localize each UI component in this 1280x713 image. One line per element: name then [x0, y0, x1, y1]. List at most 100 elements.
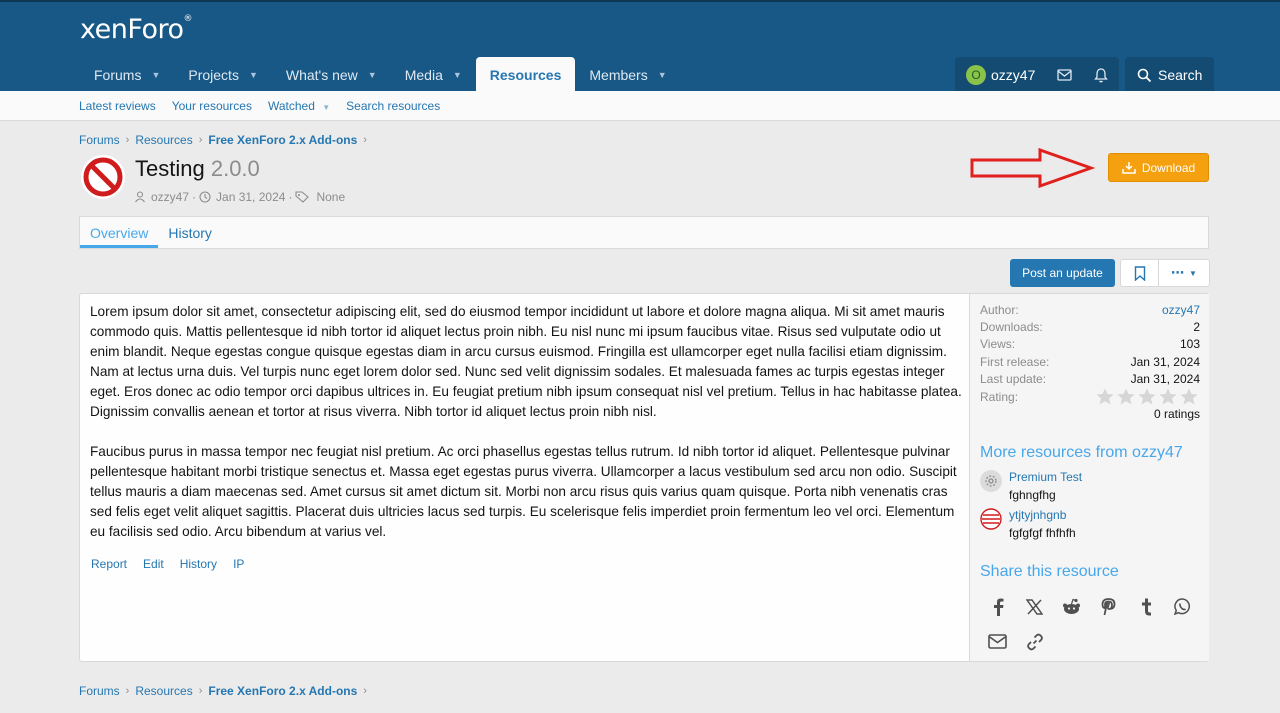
facebook-icon[interactable] [988, 597, 1007, 616]
resource-sidebar: Author: ozzy47 Downloads: 2 Views: 103 Firs… [969, 294, 1209, 661]
tumblr-icon[interactable] [1136, 597, 1155, 616]
resource-tags: None [316, 190, 346, 204]
link-icon[interactable] [1025, 632, 1044, 651]
arrow-annotation-icon [970, 148, 1095, 188]
list-item: ytjtyjnhgnb fgfgfgf fhfhfh [980, 508, 1200, 544]
ellipsis-icon: ⋯ [1171, 265, 1185, 280]
edit-link[interactable]: Edit [143, 557, 164, 571]
email-icon[interactable] [988, 632, 1007, 651]
no-entry-icon [81, 155, 125, 199]
main-nav: Forums ▼ Projects ▼ What's new ▼ Media ▼ Res… [80, 57, 681, 93]
info-views: Views: 103 [980, 337, 1200, 351]
resource-meta: ozzy47 · Jan 31, 2024 · None [134, 190, 345, 204]
chevron-right-icon: › [125, 134, 130, 146]
download-icon [1122, 162, 1136, 174]
resource-version: 2.0.0 [210, 156, 260, 181]
bell-icon [1094, 67, 1109, 82]
site-header: xenForo® Forums ▼ Projects ▼ What's new ▼ M… [0, 0, 1280, 93]
nav-tab-forums[interactable]: Forums ▼ [80, 57, 174, 93]
resource-action-group: ⋯ ▼ [1120, 259, 1210, 287]
star-icon [1138, 388, 1156, 405]
post-update-button[interactable]: Post an update [1010, 259, 1115, 287]
envelope-icon [1057, 69, 1073, 81]
nav-tab-resources[interactable]: Resources [475, 57, 576, 93]
page-title: Testing 2.0.0 [135, 156, 260, 181]
ip-link[interactable]: IP [233, 557, 244, 571]
share-buttons [988, 632, 1044, 651]
resource-link[interactable]: ytjtyjnhgnb [1009, 508, 1066, 522]
resource-link[interactable]: Premium Test [1009, 470, 1082, 484]
resource-author[interactable]: ozzy47 [151, 190, 189, 204]
download-button[interactable]: Download [1108, 153, 1209, 182]
history-link[interactable]: History [180, 557, 217, 571]
username: ozzy47 [991, 67, 1036, 83]
user-icon [135, 191, 145, 203]
info-downloads: Downloads: 2 [980, 320, 1200, 334]
more-resources-heading[interactable]: More resources from ozzy47 [980, 444, 1183, 462]
description-paragraph: Lorem ipsum dolor sit amet, consectetur … [90, 304, 962, 419]
search-icon [1137, 68, 1152, 82]
chevron-down-icon[interactable]: ▼ [368, 70, 377, 80]
breadcrumb: Forums › Resources › Free XenForo 2.x Ad… [79, 684, 373, 698]
subnav-latest-reviews[interactable]: Latest reviews [79, 99, 156, 113]
resource-body: Lorem ipsum dolor sit amet, consectetur … [79, 293, 1209, 662]
avatar: O [966, 65, 986, 85]
breadcrumb-category[interactable]: Free XenForo 2.x Add-ons [208, 133, 357, 147]
star-icon [1096, 388, 1114, 405]
breadcrumb-forums[interactable]: Forums [79, 684, 120, 698]
chevron-right-icon: › [125, 685, 130, 697]
subnav-search-resources[interactable]: Search resources [346, 99, 440, 113]
nav-tab-members[interactable]: Members ▼ [575, 57, 680, 93]
account-button[interactable]: O ozzy47 [955, 57, 1046, 93]
nav-tab-whats-new[interactable]: What's new ▼ [272, 57, 391, 93]
reddit-icon[interactable] [1062, 597, 1081, 616]
tab-history[interactable]: History [158, 217, 222, 248]
stamp-icon [980, 508, 1002, 530]
more-options-button[interactable]: ⋯ ▼ [1159, 260, 1209, 286]
sub-nav: Latest reviews Your resources Watched ▼ … [0, 91, 1280, 121]
breadcrumb-resources[interactable]: Resources [135, 133, 192, 147]
alerts-button[interactable] [1083, 57, 1119, 93]
search-button[interactable]: Search [1125, 57, 1215, 93]
site-logo[interactable]: xenForo® [80, 14, 192, 45]
rating-stars [1096, 388, 1198, 405]
chevron-down-icon: ▼ [1189, 268, 1197, 278]
gear-icon [980, 470, 1002, 492]
chevron-down-icon[interactable]: ▼ [453, 70, 462, 80]
chevron-right-icon: › [363, 685, 367, 697]
star-icon [1117, 388, 1135, 405]
breadcrumb-forums[interactable]: Forums [79, 133, 120, 147]
share-buttons [988, 597, 1192, 616]
user-nav: O ozzy47 [955, 57, 1120, 93]
breadcrumb: Forums › Resources › Free XenForo 2.x Ad… [79, 133, 373, 147]
list-item: Premium Test fghngfhg [980, 470, 1200, 506]
tags-icon [295, 191, 310, 203]
breadcrumb-category[interactable]: Free XenForo 2.x Add-ons [208, 684, 357, 698]
author-link[interactable]: ozzy47 [1162, 303, 1200, 317]
chevron-down-icon[interactable]: ▼ [658, 70, 667, 80]
chevron-down-icon[interactable]: ▼ [151, 70, 160, 80]
report-link[interactable]: Report [91, 557, 127, 571]
resource-tabs: Overview History [79, 216, 1209, 249]
post-actions: Report Edit History IP [91, 557, 244, 571]
x-icon[interactable] [1025, 597, 1044, 616]
bookmark-button[interactable] [1121, 260, 1159, 286]
chevron-down-icon[interactable]: ▼ [249, 70, 258, 80]
chevron-right-icon: › [198, 134, 203, 146]
pinterest-icon[interactable] [1099, 597, 1118, 616]
chevron-right-icon: › [363, 134, 367, 146]
inbox-button[interactable] [1046, 57, 1083, 93]
nav-tab-media[interactable]: Media ▼ [391, 57, 476, 93]
nav-tab-projects[interactable]: Projects ▼ [174, 57, 272, 93]
resource-date[interactable]: Jan 31, 2024 [216, 190, 285, 204]
tab-overview[interactable]: Overview [80, 217, 159, 248]
chevron-down-icon[interactable]: ▼ [322, 103, 330, 112]
subnav-watched[interactable]: Watched ▼ [268, 99, 330, 113]
star-icon [1180, 388, 1198, 405]
clock-icon [199, 191, 211, 203]
whatsapp-icon[interactable] [1173, 597, 1192, 616]
info-last-update: Last update: Jan 31, 2024 [980, 372, 1200, 386]
breadcrumb-resources[interactable]: Resources [135, 684, 192, 698]
share-heading: Share this resource [980, 563, 1119, 580]
subnav-your-resources[interactable]: Your resources [172, 99, 252, 113]
